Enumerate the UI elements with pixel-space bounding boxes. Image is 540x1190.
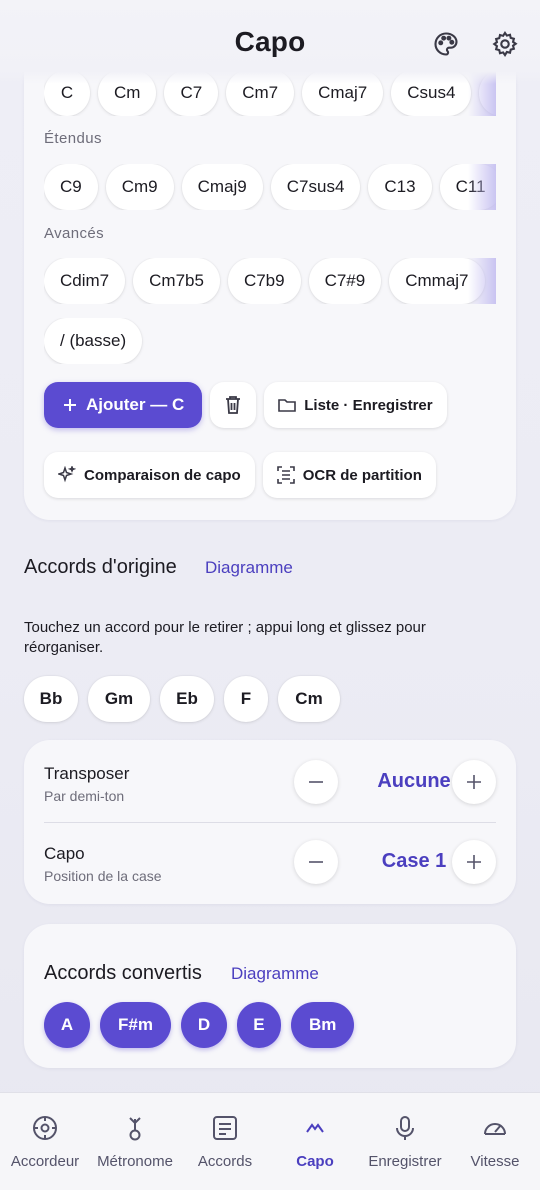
original-chord-chip[interactable]: Cm — [278, 676, 340, 722]
minus-icon — [309, 781, 323, 783]
gear-icon — [492, 31, 518, 58]
ocr-label: OCR de partition — [302, 466, 422, 484]
chord-chip[interactable]: C7b9 — [227, 258, 301, 304]
capo-decrease-button[interactable] — [294, 840, 338, 884]
nav-label: Enregistrer — [368, 1153, 442, 1170]
speedometer-icon — [480, 1113, 510, 1143]
original-chord-chip[interactable]: Gm — [88, 676, 150, 722]
extended-label: Étendus — [44, 130, 102, 147]
original-hint: Touchez un accord pour le retirer ; appu… — [24, 619, 426, 656]
converted-chord-chip[interactable]: A — [44, 1002, 90, 1048]
capo-value: Case 1 — [381, 850, 447, 872]
bass-chip[interactable]: / (basse) — [44, 318, 143, 364]
plus-icon — [64, 399, 76, 411]
converted-chord-chip[interactable]: Bm — [290, 1002, 355, 1048]
nav-label: Accords — [197, 1153, 253, 1170]
chord-chip[interactable]: C13 — [368, 164, 432, 210]
bass-row: / (basse) — [44, 318, 496, 364]
transpose-value: Aucune — [377, 770, 451, 792]
plus-icon — [467, 855, 481, 869]
folder-icon — [278, 399, 297, 412]
capo-compare-button[interactable]: Comparaison de capo — [44, 452, 255, 498]
original-chords-heading: Accords d'origine — [24, 556, 177, 578]
chord-actions: Ajouter — C Liste · Enregistrer — [44, 382, 447, 428]
settings-button[interactable] — [487, 26, 523, 62]
nav-label: Accordeur — [10, 1153, 80, 1170]
capo-increase-button[interactable] — [452, 840, 496, 884]
advanced-label: Avancés — [44, 225, 105, 242]
nav-item-chords[interactable]: Accords — [180, 1093, 270, 1190]
divider — [44, 822, 496, 823]
microphone-icon — [390, 1113, 420, 1143]
advanced-chords-row: Cdim7 Cm7b5 C7b9 C7#9 Cmmaj7 — [44, 258, 496, 304]
converted-chord-chip[interactable]: F#m — [100, 1002, 171, 1048]
delete-button[interactable] — [210, 382, 257, 428]
chord-chip[interactable]: C9 — [44, 164, 98, 210]
capo-label: Capo — [44, 844, 85, 863]
add-chord-label: Ajouter — C — [86, 395, 185, 414]
converted-chords-heading: Accords convertis — [44, 962, 202, 984]
page-title: Capo — [234, 26, 306, 57]
capo-control: Capo Position de la case Case 1 — [44, 840, 496, 900]
list-save-label: Liste · Enregistrer — [304, 396, 433, 414]
chord-chip[interactable]: Cm7b5 — [133, 258, 220, 304]
transpose-decrease-button[interactable] — [294, 760, 338, 804]
metronome-icon — [120, 1113, 150, 1143]
chord-chip[interactable]: Cmaj9 — [181, 164, 263, 210]
chord-chip[interactable]: C7#9 — [308, 258, 382, 304]
minus-icon — [309, 861, 323, 863]
nav-item-speed[interactable]: Vitesse — [450, 1093, 540, 1190]
nav-item-capo[interactable]: Capo — [270, 1093, 360, 1190]
converted-chord-chip[interactable]: E — [236, 1002, 281, 1048]
original-chord-chip[interactable]: Bb — [24, 676, 78, 722]
original-diagram-link[interactable]: Diagramme — [205, 558, 293, 578]
transpose-label: Transposer — [44, 764, 130, 783]
converted-chords-card: Accords convertis Diagramme A F#m D E Bm — [24, 924, 516, 1068]
transpose-control: Transposer Par demi-ton Aucune — [44, 760, 496, 820]
tool-actions: Comparaison de capo OCR de partition — [44, 452, 436, 498]
converted-chord-chip[interactable]: D — [180, 1002, 227, 1048]
original-chords-row: Bb Gm Eb F Cm — [24, 676, 340, 722]
original-chord-chip[interactable]: Eb — [160, 676, 214, 722]
add-chord-button[interactable]: Ajouter — C — [44, 382, 203, 428]
transpose-sublabel: Par demi-ton — [44, 788, 125, 804]
chord-chip[interactable]: Cmmaj7 — [389, 258, 485, 304]
transpose-increase-button[interactable] — [452, 760, 496, 804]
tuner-icon — [30, 1113, 60, 1143]
nav-item-tuner[interactable]: Accordeur — [0, 1093, 90, 1190]
palette-button[interactable] — [428, 26, 464, 62]
chord-chip[interactable]: Cm9 — [105, 164, 174, 210]
chord-chip[interactable]: C11 — [439, 164, 496, 210]
chord-chip[interactable]: C7sus4 — [270, 164, 361, 210]
palette-icon — [434, 32, 458, 56]
nav-item-metronome[interactable]: Métronome — [90, 1093, 180, 1190]
converted-chords-row: A F#m D E Bm — [44, 1002, 355, 1048]
capo-sublabel: Position de la case — [44, 868, 162, 884]
list-save-button[interactable]: Liste · Enregistrer — [264, 382, 447, 428]
nav-label: Métronome — [97, 1153, 173, 1170]
converted-diagram-link[interactable]: Diagramme — [231, 964, 319, 984]
scan-icon — [276, 466, 295, 484]
trash-icon — [226, 396, 241, 414]
capo-compare-label: Comparaison de capo — [84, 466, 241, 484]
nav-label: Vitesse — [470, 1153, 520, 1170]
nav-label: Capo — [296, 1153, 334, 1170]
chords-icon — [210, 1113, 240, 1143]
chord-chip[interactable]: Cdim7 — [44, 258, 126, 304]
sparkle-icon — [58, 466, 76, 483]
plus-icon — [467, 775, 481, 789]
chord-picker-card: C Cm C7 Cm7 Cmaj7 Csus4 C Étendus C9 Cm9… — [24, 40, 516, 520]
original-chord-chip[interactable]: F — [224, 676, 268, 722]
capo-icon — [300, 1113, 330, 1143]
nav-item-record[interactable]: Enregistrer — [360, 1093, 450, 1190]
bottom-navigation: Accordeur Métronome Accords Capo Enregis… — [0, 1092, 540, 1190]
transpose-capo-card: Transposer Par demi-ton Aucune Capo Posi… — [24, 740, 516, 904]
ocr-button[interactable]: OCR de partition — [262, 452, 436, 498]
app-header: Capo — [0, 0, 540, 84]
extended-chords-row: C9 Cm9 Cmaj9 C7sus4 C13 C11 — [44, 164, 496, 210]
